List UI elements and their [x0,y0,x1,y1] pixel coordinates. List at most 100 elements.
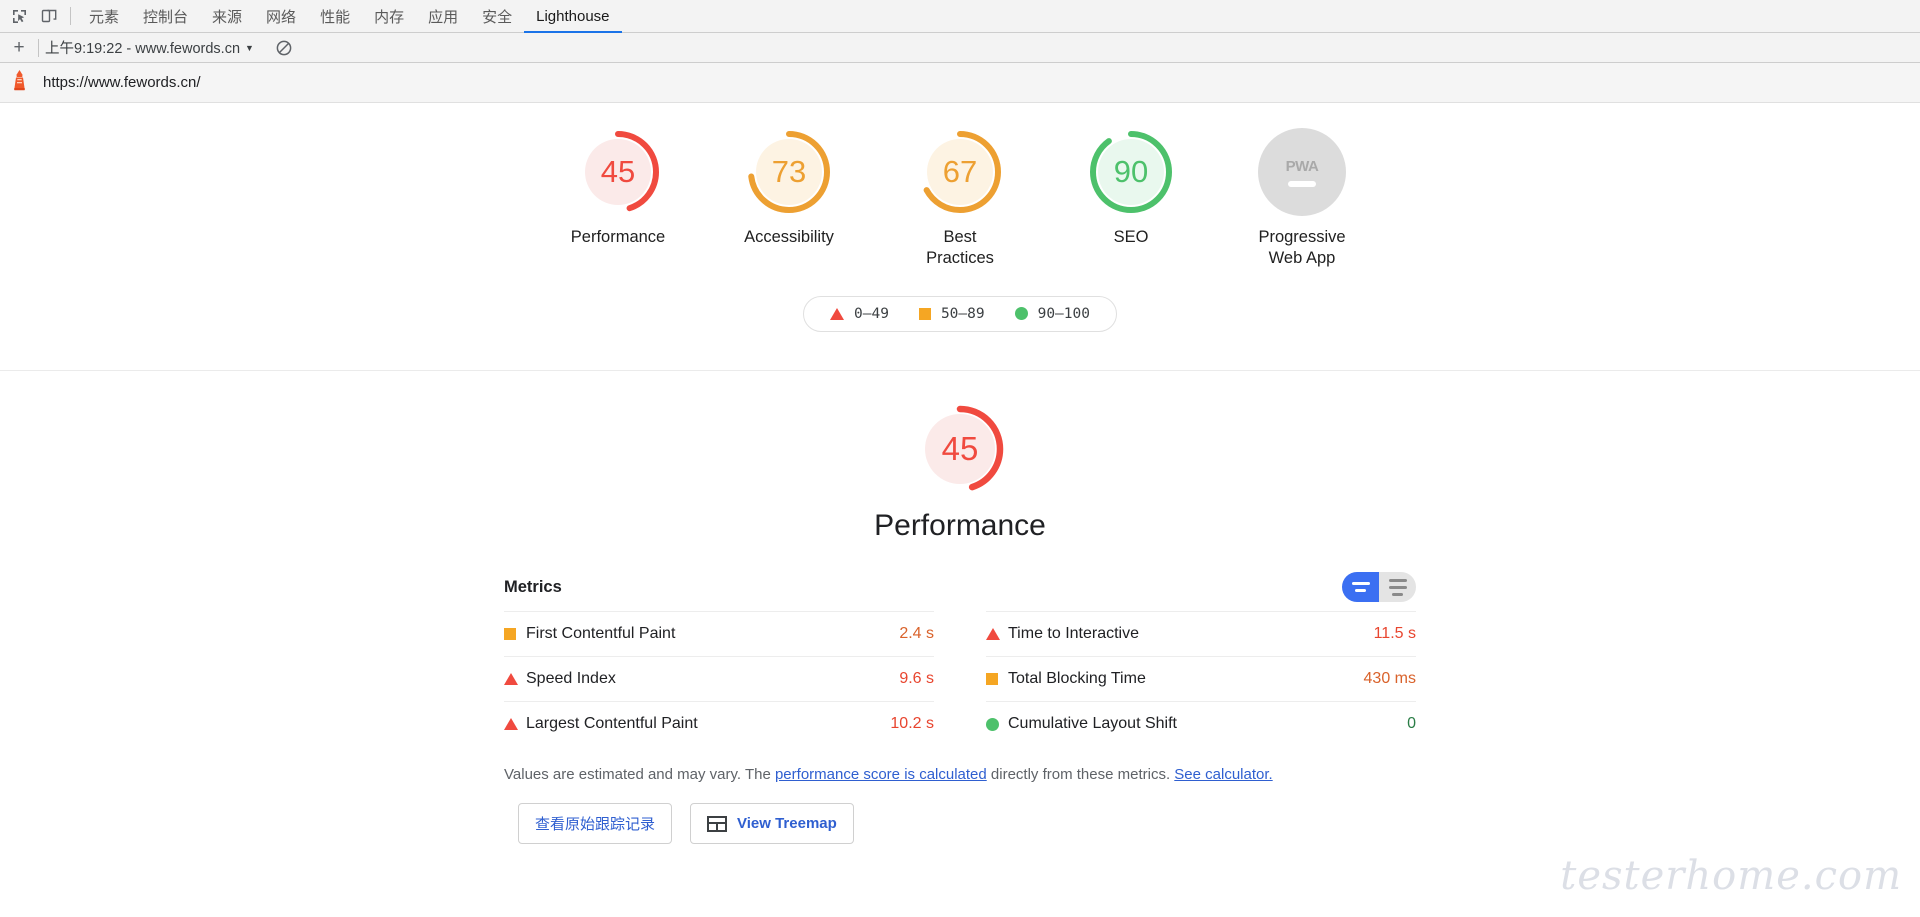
toggle-compact-view[interactable] [1342,572,1379,602]
square-average-icon [918,307,931,320]
metrics-view-toggle[interactable] [1342,572,1416,602]
circle-pass-icon [1014,307,1028,321]
metric-label: Time to Interactive [1008,625,1140,642]
metric-value: 2.4 s [899,625,934,642]
chevron-down-icon: ▼ [245,42,254,53]
gauge-performance[interactable]: 45 Performance [556,128,681,248]
lighthouse-logo-icon [10,69,29,96]
score-legend: 0–49 50–89 90–100 [803,295,1117,332]
performance-category-section: 45 Performance [0,371,1920,543]
metric-label: Speed Index [526,670,616,687]
metrics-column-left: First Contentful Paint 2.4 s Speed Index… [504,611,934,746]
see-calculator-link[interactable]: See calculator. [1174,766,1272,783]
legend-item-average: 50–89 [918,305,985,322]
gauge-best-practices-arc: 67 [916,128,1004,216]
view-treemap-label: View Treemap [737,815,837,832]
tab-network[interactable]: 网络 [254,0,308,33]
gauge-performance-arc: 45 [574,128,662,216]
score-gauges-row: 45 Performance 73 Accessibility 67 Best … [556,128,1365,270]
tab-application[interactable]: 应用 [416,0,470,33]
tab-security[interactable]: 安全 [470,0,524,33]
view-original-trace-label: 查看原始跟踪记录 [535,816,656,833]
bar-icon [1392,592,1403,596]
gauge-best-practices-score: 67 [942,154,978,189]
metric-label: Largest Contentful Paint [526,715,698,732]
category-gauge-score: 45 [941,430,979,467]
metric-row-total-blocking-time[interactable]: Total Blocking Time 430 ms [986,656,1416,701]
gauge-best-practices-label-line2: Practices [926,249,994,268]
gauge-accessibility-label: Accessibility [744,228,834,246]
square-average-icon [986,673,1008,685]
bar-icon [1388,578,1407,582]
gauge-performance-label: Performance [570,228,666,246]
report-selector[interactable]: 上午9:19:22 - www.fewords.cn ▼ [45,37,254,58]
inspect-element-icon[interactable] [4,2,34,30]
view-treemap-button[interactable]: View Treemap [690,803,854,844]
metric-value: 11.5 s [1373,625,1416,642]
legend-pass-range: 90–100 [1037,305,1090,322]
toggle-expanded-view[interactable] [1379,572,1416,602]
device-toolbar-icon[interactable] [34,2,64,30]
metric-value: 430 ms [1363,670,1416,687]
metric-row-largest-contentful-paint[interactable]: Largest Contentful Paint 10.2 s [504,701,934,746]
gauge-best-practices[interactable]: 67 Best Practices [898,128,1023,270]
tab-console[interactable]: 控制台 [131,0,200,33]
metrics-grid: First Contentful Paint 2.4 s Speed Index… [504,611,1416,746]
metrics-footnote: Values are estimated and may vary. The p… [504,764,1416,785]
pwa-null-dash-icon [1288,180,1316,187]
tab-memory[interactable]: 内存 [362,0,416,33]
performance-score-calculated-link[interactable]: performance score is calculated [775,766,987,783]
legend-fail-range: 0–49 [854,305,889,322]
report-action-buttons: 查看原始跟踪记录 View Treemap [504,803,1416,844]
square-average-icon [504,628,526,640]
metric-value: 0 [1407,715,1416,732]
tab-lighthouse[interactable]: Lighthouse [524,0,621,33]
treemap-icon [707,815,728,832]
footnote-text-2: directly from these metrics. [986,766,1175,783]
legend-item-pass: 90–100 [1014,305,1090,322]
metric-value: 9.6 s [899,670,934,687]
circle-pass-icon [986,717,1008,731]
category-title: Performance [874,509,1046,542]
triangle-fail-icon [504,673,526,685]
metric-row-first-contentful-paint[interactable]: First Contentful Paint 2.4 s [504,611,934,656]
gauge-seo-score: 90 [1113,154,1149,189]
triangle-fail-icon [830,307,845,320]
tab-performance[interactable]: 性能 [308,0,362,33]
bar-icon [1388,585,1407,589]
gauge-seo[interactable]: 90 SEO [1069,128,1194,248]
metrics-heading: Metrics [504,577,562,596]
metric-row-cumulative-layout-shift[interactable]: Cumulative Layout Shift 0 [986,701,1416,746]
tab-sources[interactable]: 来源 [200,0,254,33]
metric-label: Total Blocking Time [1008,670,1146,687]
legend-item-fail: 0–49 [830,306,889,322]
devtools-tabbar: 元素 控制台 来源 网络 性能 内存 应用 安全 Lighthouse [0,0,1920,33]
clear-all-icon[interactable] [270,36,298,60]
metrics-column-right: Time to Interactive 11.5 s Total Blockin… [986,611,1416,746]
gauge-best-practices-label: Best Practices [926,227,994,270]
gauge-pwa-label: Progressive Web App [1258,227,1345,270]
metric-row-speed-index[interactable]: Speed Index 9.6 s [504,656,934,701]
new-report-button[interactable]: + [6,36,32,60]
lighthouse-run-toolbar: + 上午9:19:22 - www.fewords.cn ▼ [0,33,1920,63]
score-gauges-strip: 45 Performance 73 Accessibility 67 Best … [0,103,1920,371]
toolbar-divider [38,38,39,57]
triangle-fail-icon [504,718,526,730]
metric-value: 10.2 s [890,715,934,732]
gauge-accessibility[interactable]: 73 Accessibility [727,128,852,248]
metric-row-time-to-interactive[interactable]: Time to Interactive 11.5 s [986,611,1416,656]
view-original-trace-button[interactable]: 查看原始跟踪记录 [518,803,673,844]
footnote-text-1: Values are estimated and may vary. The [504,766,775,783]
tab-elements[interactable]: 元素 [77,0,131,33]
legend-average-range: 50–89 [940,305,985,322]
bar-icon [1355,589,1366,592]
metric-label: Cumulative Layout Shift [1008,715,1177,732]
report-url: https://www.fewords.cn/ [43,74,201,91]
lighthouse-report: 45 Performance 73 Accessibility 67 Best … [0,103,1920,907]
gauge-progressive-web-app[interactable]: PWA Progressive Web App [1240,128,1365,270]
metrics-header: Metrics [504,571,1416,603]
watermark: testerhome.com [1560,853,1902,899]
gauge-pwa-badge: PWA [1258,128,1346,216]
gauge-accessibility-score: 73 [771,154,807,189]
metric-label: First Contentful Paint [526,625,676,642]
